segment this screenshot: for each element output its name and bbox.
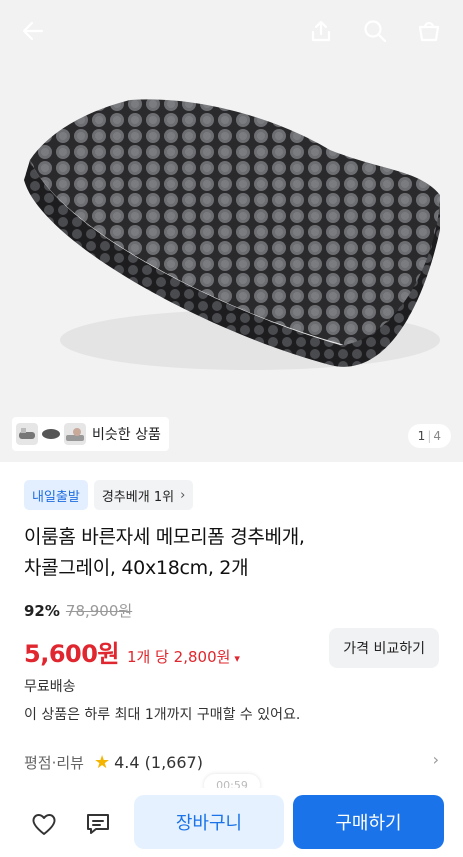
rank-badge-label: 경추베개 1위 [101, 489, 175, 505]
unit-price-dropdown[interactable]: 1개 당 2,800원 ▾ [127, 646, 240, 667]
rating-value: 4.4 (1,667) [114, 752, 203, 772]
image-counter-current: 1 [417, 429, 426, 443]
back-arrow-icon[interactable] [16, 14, 50, 48]
image-counter-total: 4 [433, 429, 441, 443]
shipping-info: 무료배송 [24, 679, 76, 695]
badge-row: 내일출발 경추베개 1위 › [24, 480, 194, 510]
share-icon[interactable] [304, 14, 338, 48]
image-counter: 1 | 4 [407, 424, 451, 448]
heart-icon[interactable] [28, 808, 60, 840]
similar-thumb-1 [16, 423, 38, 445]
similar-products-button[interactable]: 비슷한 상품 [12, 417, 169, 451]
buy-now-button[interactable]: 구매하기 [293, 795, 444, 849]
product-title-line1: 이룸홈 바른자세 메모리폼 경추베개, [24, 526, 305, 548]
similar-thumb-2 [40, 423, 62, 445]
delivery-badge: 내일출발 [24, 480, 88, 510]
chevron-right-icon: › [432, 750, 439, 769]
discount-rate: 92% [24, 601, 60, 620]
sale-price: 5,600원 [24, 640, 120, 668]
product-image-gallery[interactable]: 비슷한 상품 1 | 4 [0, 0, 463, 462]
chevron-right-icon: › [180, 487, 186, 503]
original-price: 78,900원 [65, 602, 133, 620]
chat-icon[interactable] [82, 808, 114, 840]
add-to-cart-button[interactable]: 장바구니 [134, 795, 284, 849]
product-title: 이룸홈 바른자세 메모리폼 경추베개, 차콜그레이, 40x18cm, 2개 [24, 522, 444, 584]
star-icon: ★ [93, 751, 111, 773]
product-image [24, 99, 440, 370]
compare-price-button[interactable]: 가격 비교하기 [329, 628, 439, 668]
cart-icon[interactable] [412, 14, 446, 48]
chevron-down-icon: ▾ [234, 652, 240, 665]
similar-thumb-3 [64, 423, 86, 445]
purchase-limit-notice: 이 상품은 하루 최대 1개까지 구매할 수 있어요. [24, 707, 301, 723]
image-counter-divider: | [427, 429, 432, 443]
rating-label: 평점·리뷰 [24, 753, 84, 772]
similar-products-label: 비슷한 상품 [92, 427, 161, 443]
rating-review-row[interactable]: 평점·리뷰 ★ 4.4 (1,667) › [24, 750, 439, 774]
discount-row: 92% 78,900원 [24, 600, 132, 621]
price-row: 5,600원 1개 당 2,800원 ▾ [24, 634, 240, 669]
search-icon[interactable] [358, 14, 392, 48]
unit-price: 1개 당 2,800원 [127, 648, 231, 666]
top-bar [0, 0, 463, 64]
product-title-line2: 차콜그레이, 40x18cm, 2개 [24, 557, 249, 579]
rank-badge[interactable]: 경추베개 1위 › [93, 480, 194, 510]
